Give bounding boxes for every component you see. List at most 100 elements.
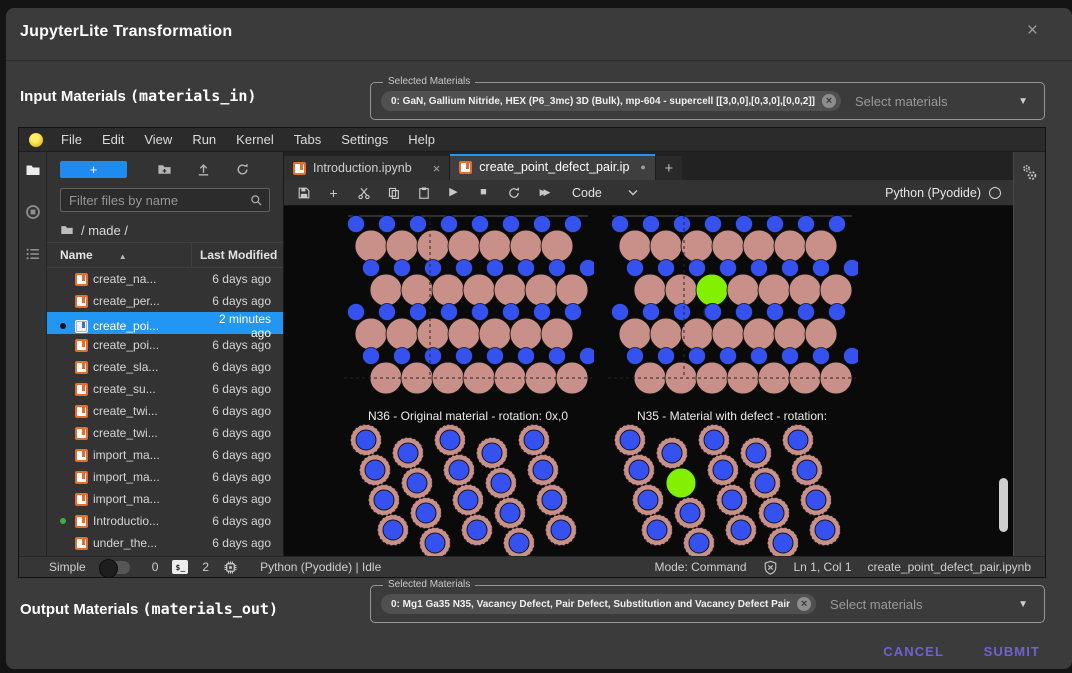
file-row[interactable]: create_poi...6 days ago xyxy=(47,334,283,356)
file-row[interactable]: create_per...6 days ago xyxy=(47,290,283,312)
file-modified: 6 days ago xyxy=(199,338,283,352)
unsaved-changes-icon: ● xyxy=(640,162,645,172)
command-mode-indicator[interactable]: Mode: Command xyxy=(654,560,746,574)
run-cell-icon[interactable]: ▶ xyxy=(446,185,461,200)
upload-icon[interactable] xyxy=(196,162,211,177)
jupyterlite-logo xyxy=(29,133,43,147)
figure-top-original xyxy=(342,424,594,556)
tab-introduction[interactable]: Introduction.ipynb × xyxy=(284,156,450,180)
input-material-chip-label: 0: GaN, Gallium Nitride, HEX (P6_3mc) 3D… xyxy=(391,96,815,107)
insert-cell-icon[interactable]: + xyxy=(326,185,341,200)
property-inspector-gears-icon[interactable] xyxy=(1021,164,1039,182)
notebook-scrollbar[interactable] xyxy=(999,478,1008,532)
cursor-position[interactable]: Ln 1, Col 1 xyxy=(794,560,852,574)
trust-shield-icon[interactable] xyxy=(763,560,778,575)
output-material-chip[interactable]: 0: Mg1 Ga35 N35, Vacancy Defect, Pair De… xyxy=(381,594,816,614)
kernel-count[interactable]: 0 xyxy=(152,560,159,574)
kernel-name[interactable]: Python (Pyodide) xyxy=(885,186,981,200)
atoms-top-view xyxy=(342,424,594,556)
refresh-icon[interactable] xyxy=(235,162,250,177)
running-kernels-icon[interactable] xyxy=(25,204,41,220)
chip-remove-icon[interactable]: × xyxy=(822,94,836,108)
copy-cells-icon[interactable] xyxy=(386,185,401,200)
atoms-side-view xyxy=(606,212,858,402)
no-kernel-dot xyxy=(60,540,66,546)
menu-item-settings[interactable]: Settings xyxy=(331,132,398,147)
filter-files-box xyxy=(60,188,270,212)
submit-button[interactable]: SUBMIT xyxy=(974,636,1050,667)
file-row[interactable]: import_ma...6 days ago xyxy=(47,466,283,488)
column-last-modified[interactable]: Last Modified xyxy=(191,243,283,267)
figure-side-original xyxy=(342,212,594,407)
file-row[interactable]: under_the...6 days ago xyxy=(47,532,283,554)
save-icon[interactable] xyxy=(296,185,311,200)
menu-item-file[interactable]: File xyxy=(51,132,92,147)
menu-item-edit[interactable]: Edit xyxy=(92,132,134,147)
atoms-top-view xyxy=(606,424,858,556)
figure-top-view xyxy=(284,424,1013,556)
file-name: create_su... xyxy=(93,382,199,396)
menu-item-kernel[interactable]: Kernel xyxy=(226,132,284,147)
terminal-icon[interactable]: $_ xyxy=(172,560,188,574)
file-row[interactable]: create_sla...6 days ago xyxy=(47,356,283,378)
file-row[interactable]: create_twi...6 days ago xyxy=(47,400,283,422)
file-row[interactable]: create_poi...2 minutes ago xyxy=(47,312,283,334)
file-row[interactable]: create_twi...6 days ago xyxy=(47,422,283,444)
kernel-status-icon[interactable] xyxy=(989,187,1001,199)
folder-icon xyxy=(60,223,74,237)
notebook-file-icon xyxy=(75,295,88,308)
tab-label: Introduction.ipynb xyxy=(313,161,412,175)
close-tab-icon[interactable]: × xyxy=(433,161,441,176)
chip-remove-icon[interactable]: × xyxy=(797,597,811,611)
filter-files-input[interactable] xyxy=(67,192,250,209)
no-kernel-dot xyxy=(60,430,66,436)
new-launcher-button[interactable]: + xyxy=(60,161,127,178)
restart-run-all-icon[interactable]: ▶▶ xyxy=(536,185,551,200)
cancel-button[interactable]: CANCEL xyxy=(873,636,954,667)
breadcrumb[interactable]: / made / xyxy=(47,218,283,242)
new-folder-icon[interactable] xyxy=(157,162,172,177)
restart-kernel-icon[interactable] xyxy=(506,185,521,200)
tab-create-point-defect-pair[interactable]: create_point_defect_pair.ip ● xyxy=(450,154,656,180)
input-material-chip[interactable]: 0: GaN, Gallium Nitride, HEX (P6_3mc) 3D… xyxy=(381,91,841,111)
output-materials-select[interactable]: Selected Materials 0: Mg1 Ga35 N35, Vaca… xyxy=(370,585,1045,623)
file-modified: 6 days ago xyxy=(199,272,283,286)
file-browser-icon[interactable] xyxy=(25,162,41,178)
menu-item-run[interactable]: Run xyxy=(182,132,226,147)
no-kernel-dot xyxy=(60,386,66,392)
file-row[interactable]: import_ma...6 days ago xyxy=(47,488,283,510)
cell-type-dropdown[interactable]: Code xyxy=(572,186,638,200)
simple-mode-toggle[interactable] xyxy=(100,561,130,574)
file-list-header: Name▲ Last Modified xyxy=(47,242,283,268)
notebook-file-icon xyxy=(75,427,88,440)
file-row[interactable]: create_na...6 days ago xyxy=(47,268,283,290)
notebook-content[interactable]: N36 - Original material - rotation: 0x,0… xyxy=(284,206,1013,556)
status-bar: Simple 0 $_ 2 Python (Pyodide) | Idle Mo… xyxy=(19,556,1045,577)
file-row[interactable]: Introductio...6 days ago xyxy=(47,510,283,532)
menu-item-tabs[interactable]: Tabs xyxy=(284,132,331,147)
chevron-down-icon[interactable]: ▼ xyxy=(1018,96,1028,107)
cut-cells-icon[interactable] xyxy=(356,185,371,200)
running-kernel-dot xyxy=(60,323,66,329)
notebook-file-icon xyxy=(75,537,88,550)
column-name[interactable]: Name▲ xyxy=(60,248,191,262)
file-modified: 2 minutes ago xyxy=(199,312,283,340)
close-icon[interactable]: × xyxy=(1027,21,1038,40)
stop-kernel-icon[interactable]: ■ xyxy=(476,185,491,200)
chevron-down-icon[interactable]: ▼ xyxy=(1018,599,1028,610)
table-of-contents-icon[interactable] xyxy=(25,246,41,262)
file-row[interactable]: import_ma...6 days ago xyxy=(47,444,283,466)
add-tab-button[interactable]: + xyxy=(656,156,682,180)
active-filename[interactable]: create_point_defect_pair.ipynb xyxy=(868,560,1031,574)
kernel-chip-icon[interactable] xyxy=(223,560,238,575)
selected-materials-legend: Selected Materials xyxy=(383,579,475,591)
menu-item-help[interactable]: Help xyxy=(398,132,445,147)
kernel-status-text[interactable]: Python (Pyodide) | Idle xyxy=(260,560,381,574)
notebook-file-icon xyxy=(75,339,88,352)
paste-cells-icon[interactable] xyxy=(416,185,431,200)
terminal-count[interactable]: 2 xyxy=(202,560,209,574)
input-materials-select[interactable]: Selected Materials 0: GaN, Gallium Nitri… xyxy=(370,82,1045,120)
file-row[interactable]: create_su...6 days ago xyxy=(47,378,283,400)
tab-bar: Introduction.ipynb × create_point_defect… xyxy=(284,152,1013,180)
menu-item-view[interactable]: View xyxy=(134,132,182,147)
